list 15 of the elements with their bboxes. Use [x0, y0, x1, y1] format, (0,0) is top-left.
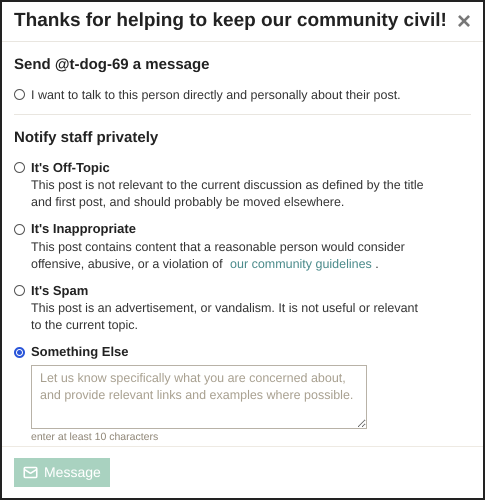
- dialog-title: Thanks for helping to keep our community civil!: [14, 9, 447, 34]
- option-description: This post is not relevant to the current discussion as defined by the title and first post, and should probably be moved elsewhere.: [31, 177, 425, 212]
- close-button[interactable]: ×: [456, 10, 471, 34]
- section-heading: Notify staff privately: [14, 128, 160, 148]
- details-field[interactable]: Let us know specifically what you are concerned about, and provide relevant links and examples where possible.: [31, 364, 367, 429]
- guidelines-link[interactable]: our community guidelines: [230, 256, 372, 271]
- option-label: It's Inappropriate: [31, 220, 136, 238]
- option-label: I want to talk to this person directly and personally about their post.: [31, 86, 401, 104]
- option-label: Something Else: [31, 343, 129, 362]
- section-heading: Send @t-dog-69 a message: [14, 55, 211, 75]
- option-label: It's Spam: [31, 282, 88, 300]
- hint-text: enter at least 10 characters: [31, 430, 160, 445]
- option-description: This post contains content that a reasonable person would consider offensive, abusive, or a violation of our community guidelines .: [31, 238, 406, 273]
- option-description: This post is an advertisement, or vandalism. It is not useful or relevant to the current topic.: [31, 300, 419, 334]
- option-label: It's Off-Topic: [31, 158, 110, 177]
